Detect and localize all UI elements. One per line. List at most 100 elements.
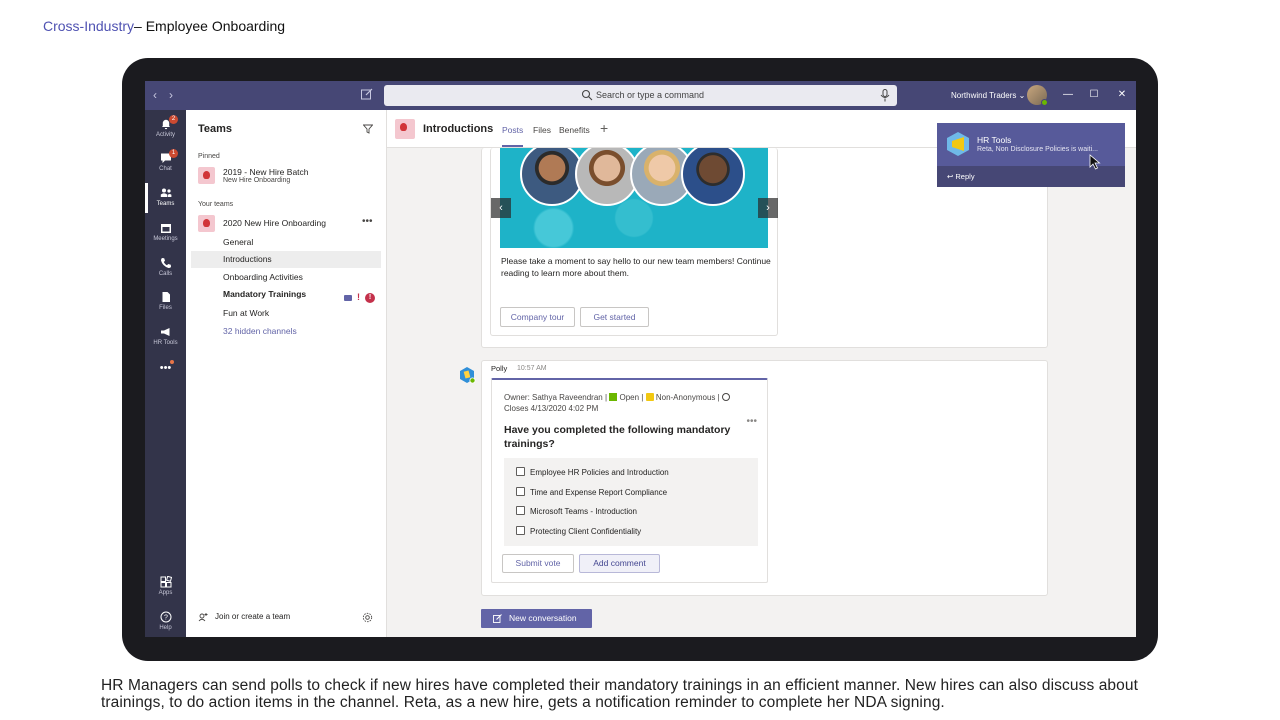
poll-more-options[interactable]: ••• [746, 416, 757, 427]
channel-label: Mandatory Trainings [223, 289, 307, 299]
add-tab-button[interactable]: + [600, 120, 608, 136]
appbar-meetings[interactable]: Meetings [145, 222, 186, 242]
poll-time: 10:57 AM [517, 365, 547, 372]
teams-window: ‹ › Search or type a command Northwind T… [145, 81, 1136, 637]
open-status-icon [609, 393, 618, 401]
minimize-button[interactable]: — [1062, 89, 1074, 100]
appbar-calls[interactable]: Calls [145, 257, 186, 277]
toast-body[interactable]: HR Tools Reta, Non Disclosure Policies i… [937, 123, 1125, 170]
apps-icon [160, 576, 172, 588]
appbar-label: Teams [156, 201, 175, 207]
tab-files[interactable]: Files [533, 125, 551, 135]
gear-icon[interactable] [362, 612, 373, 623]
poll-owner: Owner: Sathya Raveendran | [504, 393, 608, 402]
company-tour-button[interactable]: Company tour [500, 307, 575, 327]
search-bar[interactable]: Search or type a command [384, 85, 897, 106]
compose-icon [493, 614, 502, 623]
poll-option-label: Protecting Client Confidentiality [530, 527, 642, 536]
appbar-hr-tools[interactable]: HR Tools [145, 326, 186, 346]
carousel-next-button[interactable]: › [758, 198, 778, 218]
pinned-team-name: 2019 - New Hire Batch [223, 167, 309, 177]
add-comment-button[interactable]: Add comment [579, 554, 660, 573]
join-create-team[interactable]: Join or create a team [198, 612, 290, 622]
microphone-icon[interactable] [880, 89, 890, 102]
checkbox[interactable] [516, 506, 525, 515]
slide-caption: HR Managers can send polls to check if n… [101, 677, 1138, 711]
pinned-team-row[interactable]: 2019 - New Hire Batch New Hire Onboardin… [198, 165, 383, 185]
help-icon: ? [160, 611, 171, 623]
new-hire-photo [681, 148, 745, 206]
clock-icon [721, 393, 730, 401]
presence-available-icon [1041, 99, 1048, 106]
appbar-help[interactable]: ? Help [145, 611, 186, 631]
hidden-channels-link[interactable]: 32 hidden channels [191, 323, 381, 340]
pinned-label: Pinned [198, 153, 220, 160]
channel-mandatory-trainings[interactable]: Mandatory Trainings ! ! [191, 286, 381, 303]
compose-icon[interactable] [360, 87, 374, 101]
team-name: 2020 New Hire Onboarding [223, 218, 327, 228]
appbar-label: Apps [158, 590, 173, 596]
search-icon [581, 89, 593, 101]
team-row[interactable]: 2020 New Hire Onboarding ••• [198, 213, 383, 233]
tab-benefits[interactable]: Benefits [559, 125, 590, 135]
checkbox[interactable] [516, 526, 525, 535]
teams-list-panel: Teams Pinned 2019 - New Hire Batch New H… [186, 110, 387, 637]
checkbox[interactable] [516, 487, 525, 496]
poll-meta: Owner: Sathya Raveendran | Open | Non-An… [504, 392, 759, 414]
get-started-button[interactable]: Get started [580, 307, 649, 327]
teams-panel-title: Teams [198, 123, 233, 135]
appbar-activity[interactable]: 2 Activity [145, 115, 186, 138]
channel-introductions[interactable]: Introductions [191, 251, 381, 268]
pinned-team-sub: New Hire Onboarding [223, 177, 291, 184]
channel-team-avatar [395, 119, 415, 139]
file-icon [162, 292, 170, 302]
profile-avatar[interactable] [1027, 85, 1048, 106]
appbar-label: Files [159, 305, 172, 311]
poll-option[interactable]: Protecting Client Confidentiality [516, 526, 641, 536]
poll-anonymity: Non-Anonymous | [655, 393, 720, 402]
notification-toast[interactable]: HR Tools Reta, Non Disclosure Policies i… [937, 123, 1125, 187]
team-avatar [198, 215, 215, 232]
poll-option[interactable]: Employee HR Policies and Introduction [516, 467, 669, 477]
toast-reply-button[interactable]: ↩ Reply [947, 172, 975, 181]
close-button[interactable]: ✕ [1116, 89, 1128, 100]
more-icon: ••• [159, 362, 172, 374]
org-switcher[interactable]: Northwind Traders ⌄ [951, 91, 1025, 100]
channel-indicators: ! ! [344, 289, 375, 306]
team-avatar [198, 167, 215, 184]
appbar-files[interactable]: Files [145, 291, 186, 311]
back-button[interactable]: ‹ [153, 88, 157, 102]
forward-button[interactable]: › [169, 88, 173, 102]
appbar-chat[interactable]: 1 Chat [145, 149, 186, 172]
carousel-prev-button[interactable]: ‹ [491, 198, 511, 218]
new-hires-photo [500, 148, 768, 248]
filter-icon[interactable] [363, 124, 373, 134]
appbar-label: Help [159, 625, 172, 631]
poll-option[interactable]: Microsoft Teams - Introduction [516, 506, 637, 516]
poll-closes: Closes 4/13/2020 4:02 PM [504, 404, 599, 413]
poll-option[interactable]: Time and Expense Report Compliance [516, 487, 667, 497]
channel-title: Introductions [423, 123, 494, 135]
poll-author: Polly [491, 364, 508, 373]
slide-title-link[interactable]: Cross-Industry [43, 18, 134, 34]
checkbox[interactable] [516, 467, 525, 476]
channel-fun-at-work[interactable]: Fun at Work [191, 305, 381, 322]
appbar-apps[interactable]: Apps [145, 576, 186, 596]
new-conversation-button[interactable]: New conversation [481, 609, 592, 628]
anonymity-icon [645, 393, 654, 401]
channel-general[interactable]: General [191, 234, 381, 251]
important-icon: ! [357, 292, 360, 302]
maximize-button[interactable]: ☐ [1088, 89, 1100, 100]
submit-vote-button[interactable]: Submit vote [502, 554, 574, 573]
channel-onboarding-activities[interactable]: Onboarding Activities [191, 269, 381, 286]
hr-tools-app-icon [947, 132, 969, 156]
poll-option-label: Microsoft Teams - Introduction [530, 507, 638, 516]
tab-posts[interactable]: Posts [502, 125, 524, 147]
notification-dot [170, 360, 174, 364]
appbar-more[interactable]: ••• [145, 360, 186, 374]
search-placeholder: Search or type a command [596, 90, 705, 100]
mention-badge: ! [365, 292, 375, 303]
appbar-teams[interactable]: Teams [145, 183, 186, 213]
team-more-options[interactable]: ••• [362, 216, 373, 227]
polly-avatar [460, 367, 476, 384]
